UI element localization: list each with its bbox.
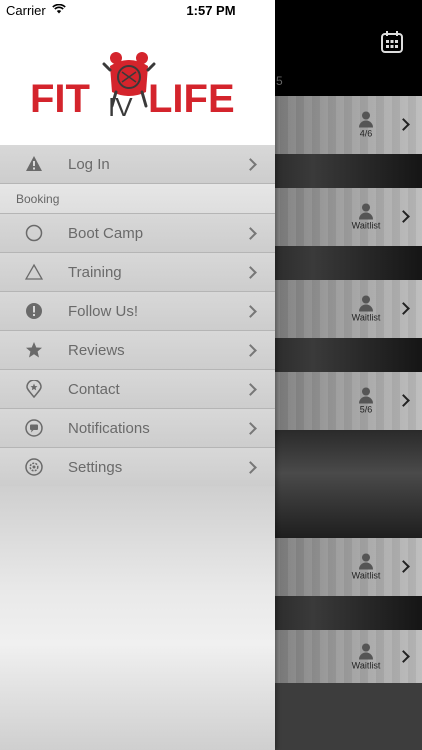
section-label: Booking — [16, 192, 60, 206]
menu-item-label: Reviews — [68, 342, 125, 359]
menu-item-follow-us[interactable]: Follow Us! — [0, 292, 275, 331]
exclamation-icon — [26, 303, 42, 319]
card-status: Waitlist — [351, 312, 381, 323]
menu-list: Log In Booking Boot Camp Training Follow… — [0, 145, 275, 487]
person-icon — [358, 387, 374, 404]
chevron-right-icon — [244, 344, 257, 357]
chevron-right-icon — [244, 227, 257, 240]
gear-icon — [25, 458, 43, 476]
person-icon — [358, 553, 374, 570]
person-icon — [358, 295, 374, 312]
menu-item-reviews[interactable]: Reviews — [0, 331, 275, 370]
menu-item-contact[interactable]: Contact — [0, 370, 275, 409]
menu-item-training[interactable]: Training — [0, 253, 275, 292]
menu-empty-area — [0, 486, 275, 750]
menu-item-label: Training — [68, 264, 122, 281]
circle-icon — [25, 224, 43, 242]
person-icon — [358, 643, 374, 659]
logo-fit-text: FIT — [30, 77, 90, 121]
card-status: 4/6 — [359, 128, 373, 139]
logo-life-text: LIFE — [148, 77, 235, 121]
logo-iv-text: IV — [108, 92, 133, 122]
triangle-icon — [25, 263, 43, 280]
menu-item-login[interactable]: Log In — [0, 145, 275, 184]
menu-item-notifications[interactable]: Notifications — [0, 409, 275, 448]
star-icon — [26, 342, 42, 358]
section-header-booking: Booking — [0, 184, 275, 214]
menu-item-label: Settings — [68, 459, 123, 476]
clock: 1:57 PM — [186, 3, 236, 18]
chevron-right-icon — [244, 305, 257, 318]
menu-item-label: Boot Camp — [68, 225, 144, 242]
menu-item-label: Log In — [68, 156, 110, 173]
person-icon — [358, 111, 374, 128]
chevron-right-icon — [244, 383, 257, 396]
chevron-right-icon — [244, 158, 257, 171]
battery-icon — [390, 4, 416, 16]
chat-bubble-icon — [25, 419, 43, 437]
card-status: Waitlist — [351, 570, 381, 581]
side-menu: FIT IV LIFE Log In Booking Boot Camp Tra… — [0, 0, 275, 750]
location-pin-icon — [26, 380, 42, 398]
chevron-right-icon — [244, 461, 257, 474]
card-status: Waitlist — [351, 220, 381, 231]
menu-item-label: Follow Us! — [68, 303, 139, 320]
person-icon — [358, 203, 374, 220]
chevron-right-icon — [244, 266, 257, 279]
status-bar: Carrier 1:57 PM — [0, 0, 422, 22]
card-status: Waitlist — [351, 660, 381, 670]
menu-item-settings[interactable]: Settings — [0, 448, 275, 487]
fit-iv-life-logo: FIT IV LIFE — [30, 52, 235, 122]
card-status: 5/6 — [359, 404, 373, 415]
warning-icon — [26, 156, 42, 171]
chevron-right-icon — [244, 422, 257, 435]
menu-item-boot-camp[interactable]: Boot Camp — [0, 214, 275, 253]
menu-item-label: Contact — [68, 381, 120, 398]
menu-item-label: Notifications — [68, 420, 150, 437]
background-date: 5 — [276, 74, 283, 88]
calendar-icon[interactable] — [380, 30, 404, 54]
